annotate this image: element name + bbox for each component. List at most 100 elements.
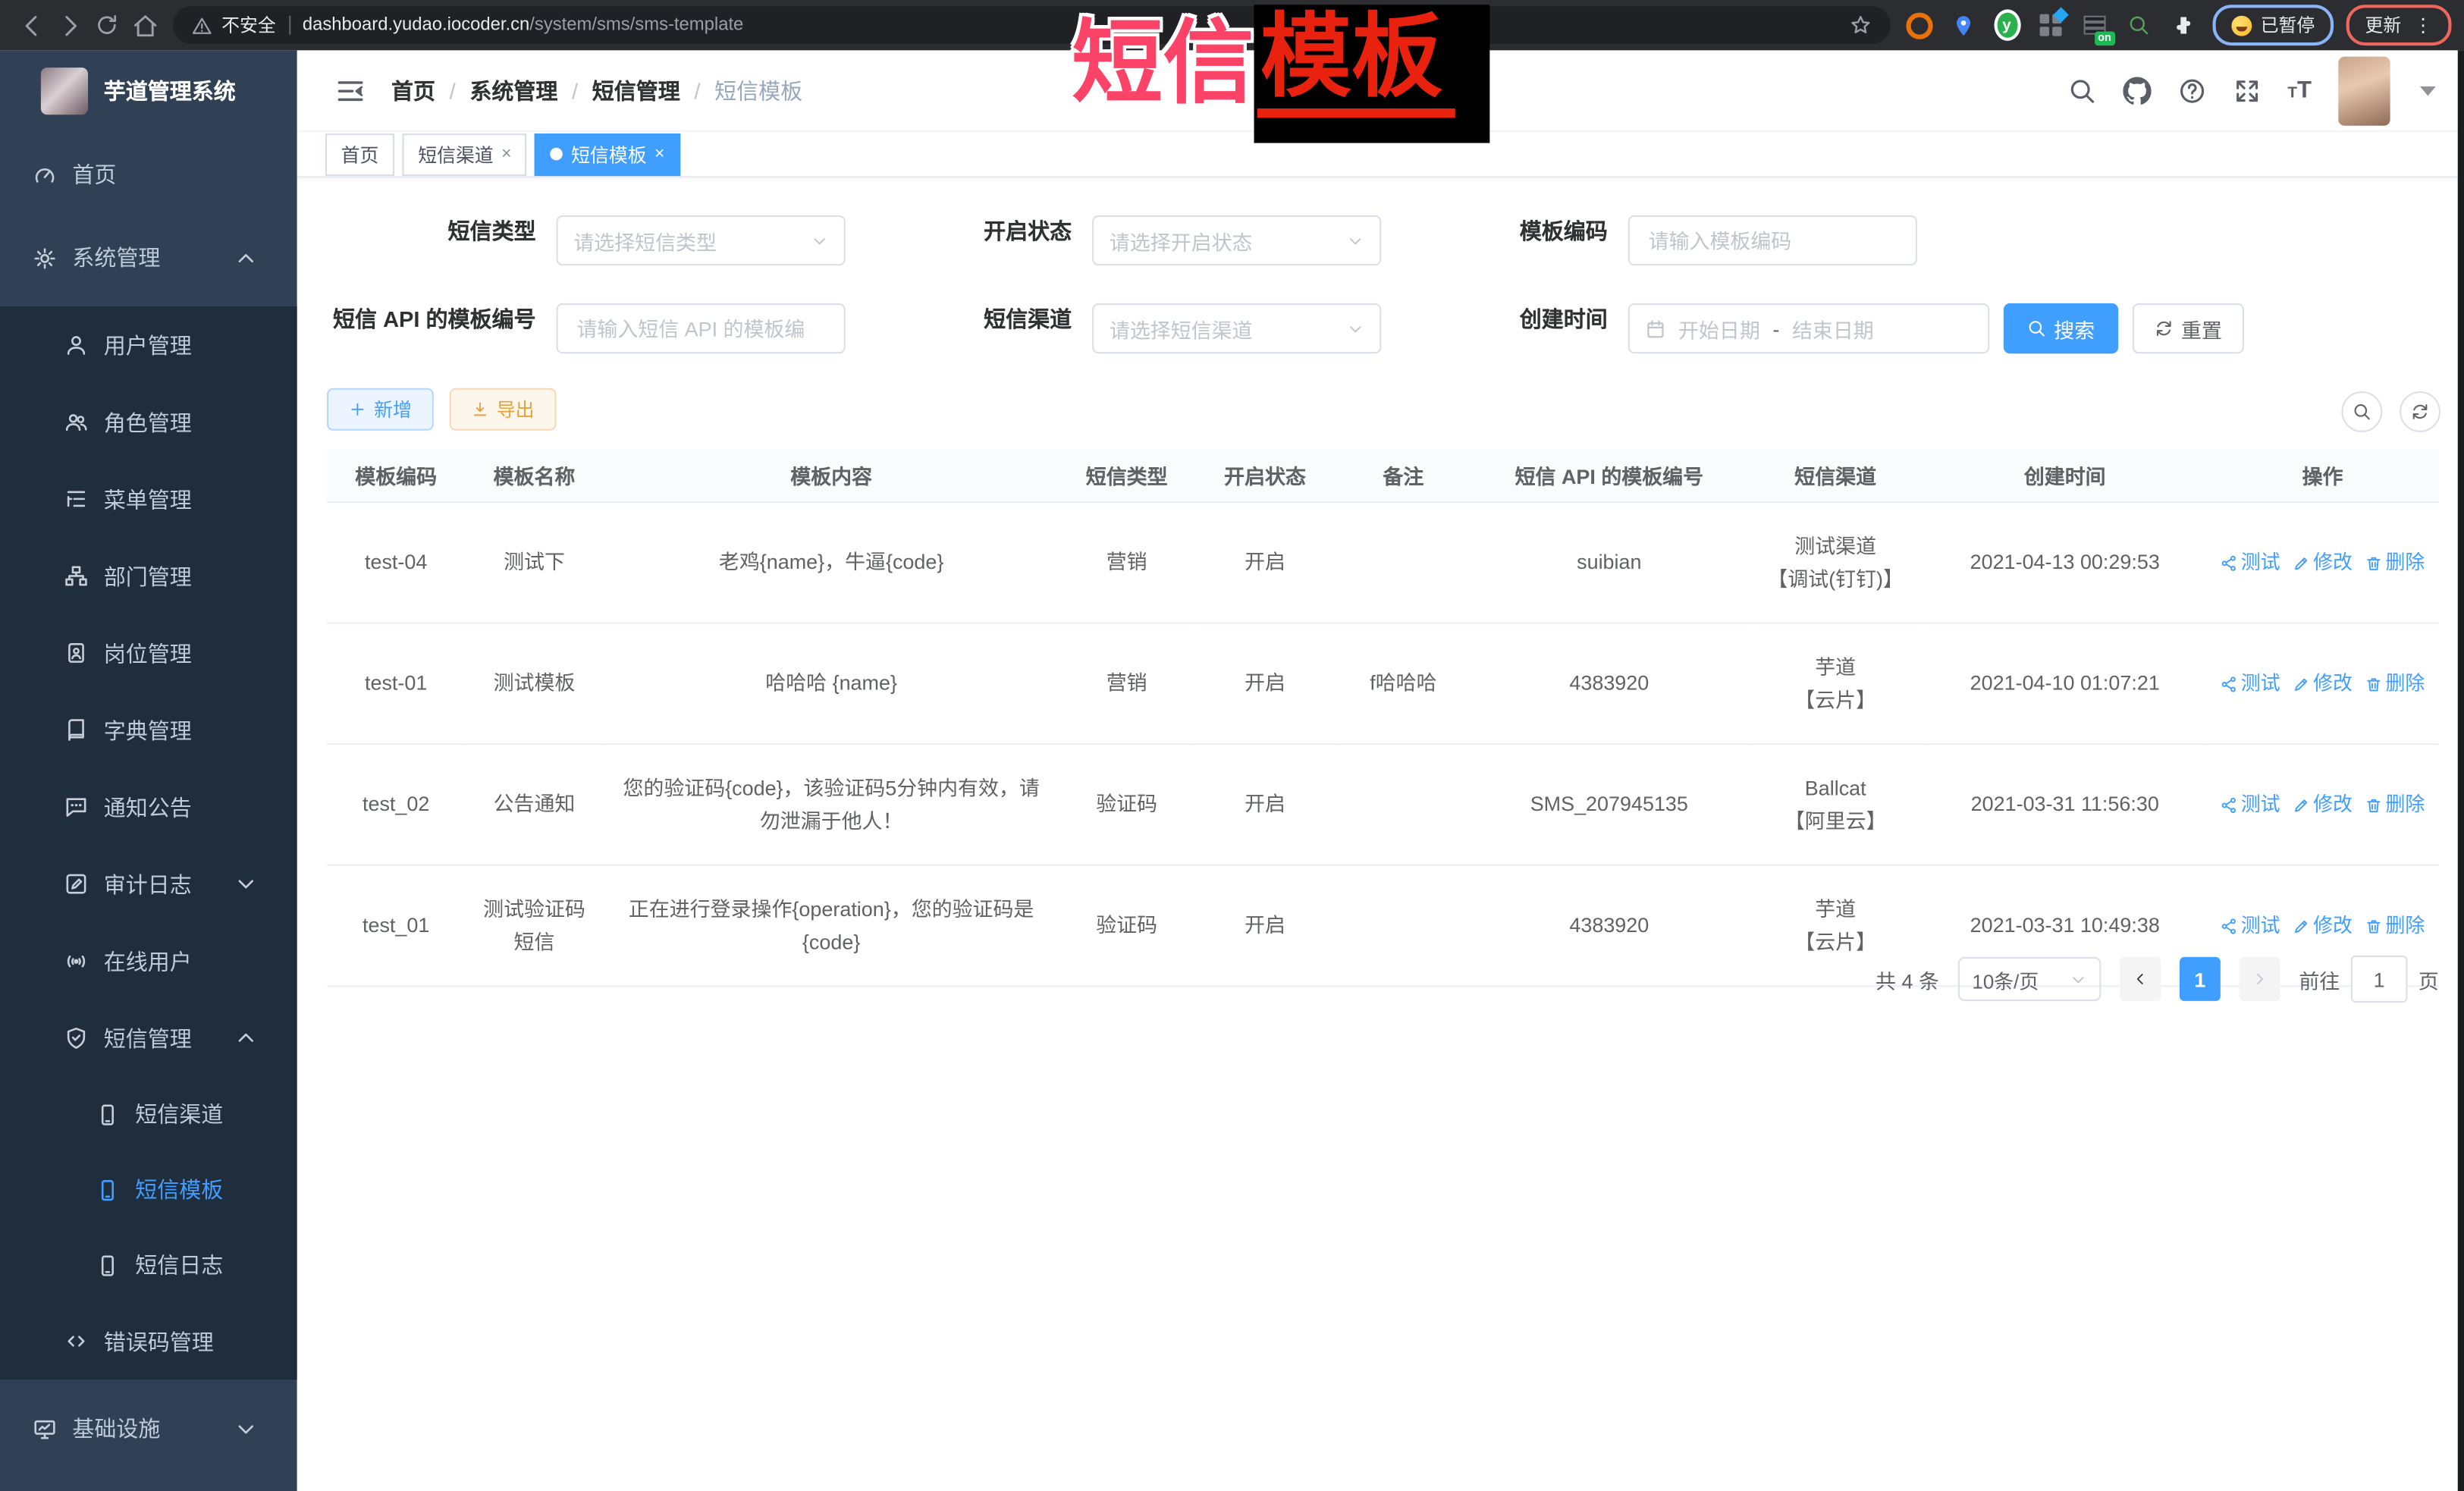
tag-home[interactable]: 首页 <box>325 133 394 175</box>
hamburger-icon[interactable] <box>334 74 366 105</box>
breadcrumb-system[interactable]: 系统管理 <box>469 74 557 105</box>
cell-api-id: 4383920 <box>1471 865 1747 987</box>
edit-link[interactable]: 修改 <box>2293 909 2353 942</box>
extension-y-icon[interactable]: y <box>1993 12 2020 39</box>
font-size-icon[interactable]: TT <box>2287 77 2312 104</box>
delete-link[interactable]: 删除 <box>2365 667 2425 700</box>
sidebar-item-label: 角色管理 <box>104 406 192 438</box>
refresh-table-button[interactable] <box>2400 391 2440 432</box>
channel-label-wrap: 短信渠道 <box>833 303 1072 334</box>
browser-home-button[interactable] <box>126 6 164 44</box>
sidebar-item-dept-mgmt[interactable]: 部门管理 <box>0 538 297 615</box>
browser-menu-kebab-icon[interactable]: ⋮ <box>2414 14 2433 36</box>
date-range-picker[interactable]: 开始日期 - 结束日期 <box>1628 303 1990 353</box>
tag-sms-template[interactable]: 短信模板 × <box>535 133 680 175</box>
browser-reload-button[interactable] <box>88 6 126 44</box>
test-link[interactable]: 测试 <box>2221 667 2280 700</box>
channel-select[interactable]: 请选择短信渠道 <box>1092 303 1381 353</box>
sidebar-item-sms-template[interactable]: 短信模板 <box>0 1152 297 1227</box>
start-date-placeholder[interactable]: 开始日期 <box>1678 313 1760 343</box>
sidebar-item-post-mgmt[interactable]: 岗位管理 <box>0 614 297 692</box>
github-icon[interactable] <box>2123 76 2151 104</box>
main-area: 首页 / 系统管理 / 短信管理 / 短信模板 TT 首页 <box>297 50 2464 1491</box>
api-template-id-input-box[interactable] <box>557 303 846 353</box>
app-logo[interactable]: 芋道管理系统 <box>0 50 297 132</box>
code-icon <box>64 1329 88 1353</box>
delete-link[interactable]: 删除 <box>2365 909 2425 942</box>
sidebar-item-audit-log[interactable]: 审计日志 <box>0 846 297 923</box>
breadcrumb-sms[interactable]: 短信管理 <box>592 74 680 105</box>
browser-back-button[interactable] <box>13 6 51 44</box>
browser-forward-button[interactable] <box>50 6 88 44</box>
bookmark-star-icon[interactable] <box>1849 14 1871 36</box>
sidebar-item-label: 审计日志 <box>104 868 192 899</box>
sidebar-item-notice[interactable]: 通知公告 <box>0 768 297 846</box>
address-bar[interactable]: 不安全 dashboard.yudao.iocoder.cn/system/sm… <box>173 6 1890 44</box>
close-icon[interactable]: × <box>654 145 664 164</box>
sidebar: 芋道管理系统 首页 系统管理 用户管理 角色管理 <box>0 50 297 1491</box>
edit-icon <box>2293 554 2310 571</box>
reset-button[interactable]: 重置 <box>2133 303 2244 353</box>
extension-grid-icon[interactable] <box>2037 12 2064 39</box>
template-code-input-box[interactable] <box>1628 215 1917 265</box>
test-link[interactable]: 测试 <box>2221 909 2280 942</box>
edit-link[interactable]: 修改 <box>2293 789 2353 821</box>
book-icon <box>64 718 88 742</box>
sidebar-item-sms-mgmt[interactable]: 短信管理 <box>0 1000 297 1077</box>
sidebar-item-dict-mgmt[interactable]: 字典管理 <box>0 692 297 769</box>
page-number-1[interactable]: 1 <box>2180 957 2221 1001</box>
sidebar-item-online-users[interactable]: 在线用户 <box>0 922 297 1000</box>
goto-page-input[interactable] <box>2351 956 2408 1003</box>
sidebar-item-error-code[interactable]: 错误码管理 <box>0 1303 297 1380</box>
end-date-placeholder[interactable]: 结束日期 <box>1792 313 1874 343</box>
next-page-button[interactable] <box>2240 957 2280 1001</box>
close-icon[interactable]: × <box>501 145 511 164</box>
search-button[interactable]: 搜索 <box>2004 303 2118 353</box>
test-link[interactable]: 测试 <box>2221 546 2280 579</box>
sidebar-item-sms-channel[interactable]: 短信渠道 <box>0 1076 297 1151</box>
export-button[interactable]: 导出 <box>450 388 557 431</box>
sidebar-item-home[interactable]: 首页 <box>0 135 297 214</box>
user-avatar[interactable] <box>2338 56 2390 125</box>
status-select[interactable]: 请选择开启状态 <box>1092 215 1381 265</box>
sidebar-item-label: 通知公告 <box>104 791 192 822</box>
prev-page-button[interactable] <box>2120 957 2161 1001</box>
tag-sms-channel[interactable]: 短信渠道 × <box>402 133 527 175</box>
sidebar-item-sms-log[interactable]: 短信日志 <box>0 1227 297 1302</box>
cell-channel: 测试渠道【调试(钉钉)】 <box>1747 502 1923 623</box>
test-link[interactable]: 测试 <box>2221 789 2280 821</box>
api-template-id-input[interactable] <box>573 315 828 341</box>
extension-list-icon[interactable]: on <box>2081 12 2108 39</box>
delete-link[interactable]: 删除 <box>2365 789 2425 821</box>
template-code-input[interactable] <box>1645 227 1900 253</box>
sidebar-item-infrastructure[interactable]: 基础设施 <box>0 1389 297 1468</box>
delete-link[interactable]: 删除 <box>2365 546 2425 579</box>
show-search-toggle-button[interactable] <box>2341 391 2382 432</box>
sidebar-item-role-mgmt[interactable]: 角色管理 <box>0 384 297 461</box>
extension-pin-icon[interactable] <box>1949 12 1976 39</box>
help-icon[interactable] <box>2177 76 2205 104</box>
edit-link[interactable]: 修改 <box>2293 667 2353 700</box>
extension-ring-icon[interactable] <box>1905 12 1932 39</box>
cell-name: 公告通知 <box>465 744 603 865</box>
sidebar-item-user-mgmt[interactable]: 用户管理 <box>0 306 297 384</box>
sidebar-item-menu-mgmt[interactable]: 菜单管理 <box>0 460 297 538</box>
tree-icon <box>64 487 88 510</box>
api-field-wrap <box>536 303 846 353</box>
browser-update-chip[interactable]: 更新 ⋮ <box>2346 5 2452 46</box>
header-search-icon[interactable] <box>2067 76 2095 104</box>
channel-field-wrap: 请选择短信渠道 <box>1072 303 1381 353</box>
sms-type-select[interactable]: 请选择短信类型 <box>557 215 846 265</box>
edit-link[interactable]: 修改 <box>2293 546 2353 579</box>
avatar-caret-icon[interactable] <box>2420 86 2436 95</box>
page-size-select[interactable]: 10条/页 <box>1958 957 2101 1001</box>
sidebar-item-system[interactable]: 系统管理 <box>0 218 297 297</box>
extension-search-icon[interactable] <box>2126 12 2152 39</box>
col-header: 短信 API 的模板编号 <box>1471 450 1747 502</box>
add-button[interactable]: 新增 <box>327 388 434 431</box>
extensions-puzzle-icon[interactable] <box>2170 12 2196 39</box>
profile-paused-chip[interactable]: 已暂停 <box>2211 5 2334 46</box>
cell-type: 验证码 <box>1059 865 1194 987</box>
breadcrumb-home[interactable]: 首页 <box>391 74 435 105</box>
fullscreen-icon[interactable] <box>2233 76 2261 104</box>
